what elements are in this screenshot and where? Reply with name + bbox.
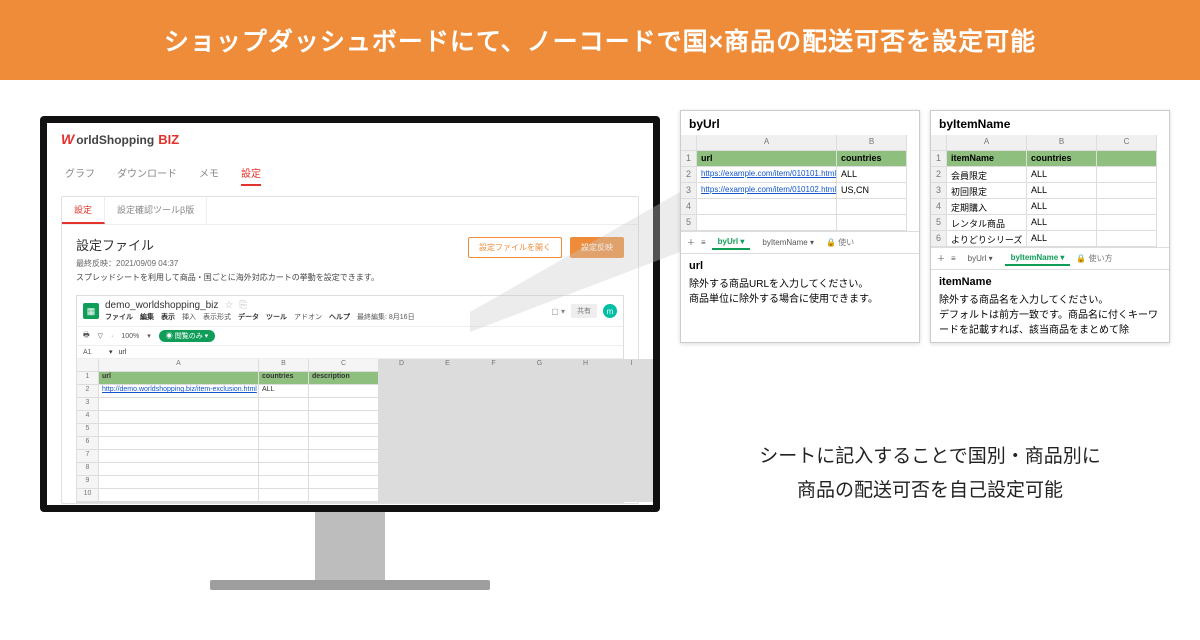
summary-text: シートに記入することで国別・商品別に 商品の配送可否を自己設定可能 <box>700 440 1160 508</box>
tab-download[interactable]: ダウンロード <box>117 165 177 186</box>
subtab-check-tool[interactable]: 設定確認ツールβ版 <box>105 197 207 224</box>
brand-logo: WorldShoppingBIZ <box>61 131 639 147</box>
share-button[interactable]: 共有 <box>571 304 597 318</box>
mini-title: byItemName <box>931 111 1169 135</box>
mini-byitemname: byItemName ABC 1itemNamecountries 2会員限定A… <box>930 110 1170 343</box>
print-icon[interactable]: 🖶 <box>83 331 90 342</box>
cell-reference[interactable]: A1 <box>83 349 103 356</box>
caption-text: 除外する商品URLを入力してください。 商品単位に除外する場合に使用できます。 <box>689 279 878 305</box>
sheets-icon: ▦ <box>83 303 99 319</box>
zoom-level[interactable]: 100% <box>121 333 139 340</box>
folder-icon[interactable]: ⎘ <box>239 300 247 311</box>
lock-icon: 🔒 使い方 <box>1076 253 1112 264</box>
section-description: スプレッドシートを利用して商品・国ごとに海外対応カートの挙動を設定できます。 <box>76 272 379 283</box>
open-file-button[interactable]: 設定ファイルを開く <box>468 237 562 258</box>
mini-byurl: byUrl AB 1urlcountries 2https://example.… <box>680 110 920 343</box>
formula-value[interactable]: url <box>119 349 127 356</box>
caption-text: 除外する商品名を入力してください。 デフォルトは前方一致です。商品名に付くキーワ… <box>939 295 1158 336</box>
section-title: 設定ファイル <box>76 235 379 254</box>
subtab-settings[interactable]: 設定 <box>62 197 105 224</box>
all-sheets-icon[interactable]: ≡ <box>951 254 956 263</box>
tab-byitemname[interactable]: byItemName ▾ <box>756 236 820 249</box>
hero-banner: ショップダッシュボードにて、ノーコードで国×商品の配送可否を設定可能 <box>0 0 1200 80</box>
tab-memo[interactable]: メモ <box>199 165 219 186</box>
spreadsheet: ▦ demo_worldshopping_biz ☆ ⎘ ファイル 編集 <box>76 295 624 503</box>
tab-byurl[interactable]: byUrl ▾ <box>712 235 751 250</box>
caption-label: itemName <box>939 276 1161 288</box>
lock-icon: 🔒 使い <box>826 237 854 248</box>
url-cell[interactable]: http://demo.worldshopping.biz/item-exclu… <box>99 385 259 398</box>
all-sheets-icon[interactable]: ≡ <box>701 238 706 247</box>
tab-byurl[interactable]: byUrl ▾ <box>962 252 999 265</box>
sheet-grid[interactable]: A B C D E F G H I 1 url countries <box>77 359 623 502</box>
view-only-pill[interactable]: ◉ 閲覧のみ ▾ <box>159 330 215 342</box>
last-edit: 最終編集: 8月16日 <box>357 312 415 322</box>
filter-icon[interactable]: ▽ <box>98 332 103 340</box>
reflect-button[interactable]: 設定反映 <box>570 237 624 258</box>
sheet-menu: ファイル 編集 表示 挿入 表示形式 データ ツール アドオン ヘルプ 最終 <box>105 312 545 322</box>
mini-title: byUrl <box>681 111 919 135</box>
tab-byitemname[interactable]: byItemName ▾ <box>1005 251 1071 266</box>
add-sheet-icon[interactable]: ＋ <box>937 253 945 264</box>
tab-graph[interactable]: グラフ <box>65 165 95 186</box>
monitor: WorldShoppingBIZ グラフ ダウンロード メモ 設定 設定 設定確… <box>40 116 660 590</box>
tab-settings[interactable]: 設定 <box>241 165 261 186</box>
caption-label: url <box>689 260 911 272</box>
avatar[interactable]: m <box>603 304 617 318</box>
last-reflected: 最終反映：2021/09/09 04:37 <box>76 258 379 269</box>
top-tabs: グラフ ダウンロード メモ 設定 <box>47 151 653 186</box>
star-icon[interactable]: ☆ <box>224 300 233 311</box>
sheet-name[interactable]: demo_worldshopping_biz <box>105 300 218 311</box>
add-sheet-icon[interactable]: ＋ <box>687 237 695 248</box>
present-icon[interactable]: ▢ ▾ <box>551 307 565 316</box>
